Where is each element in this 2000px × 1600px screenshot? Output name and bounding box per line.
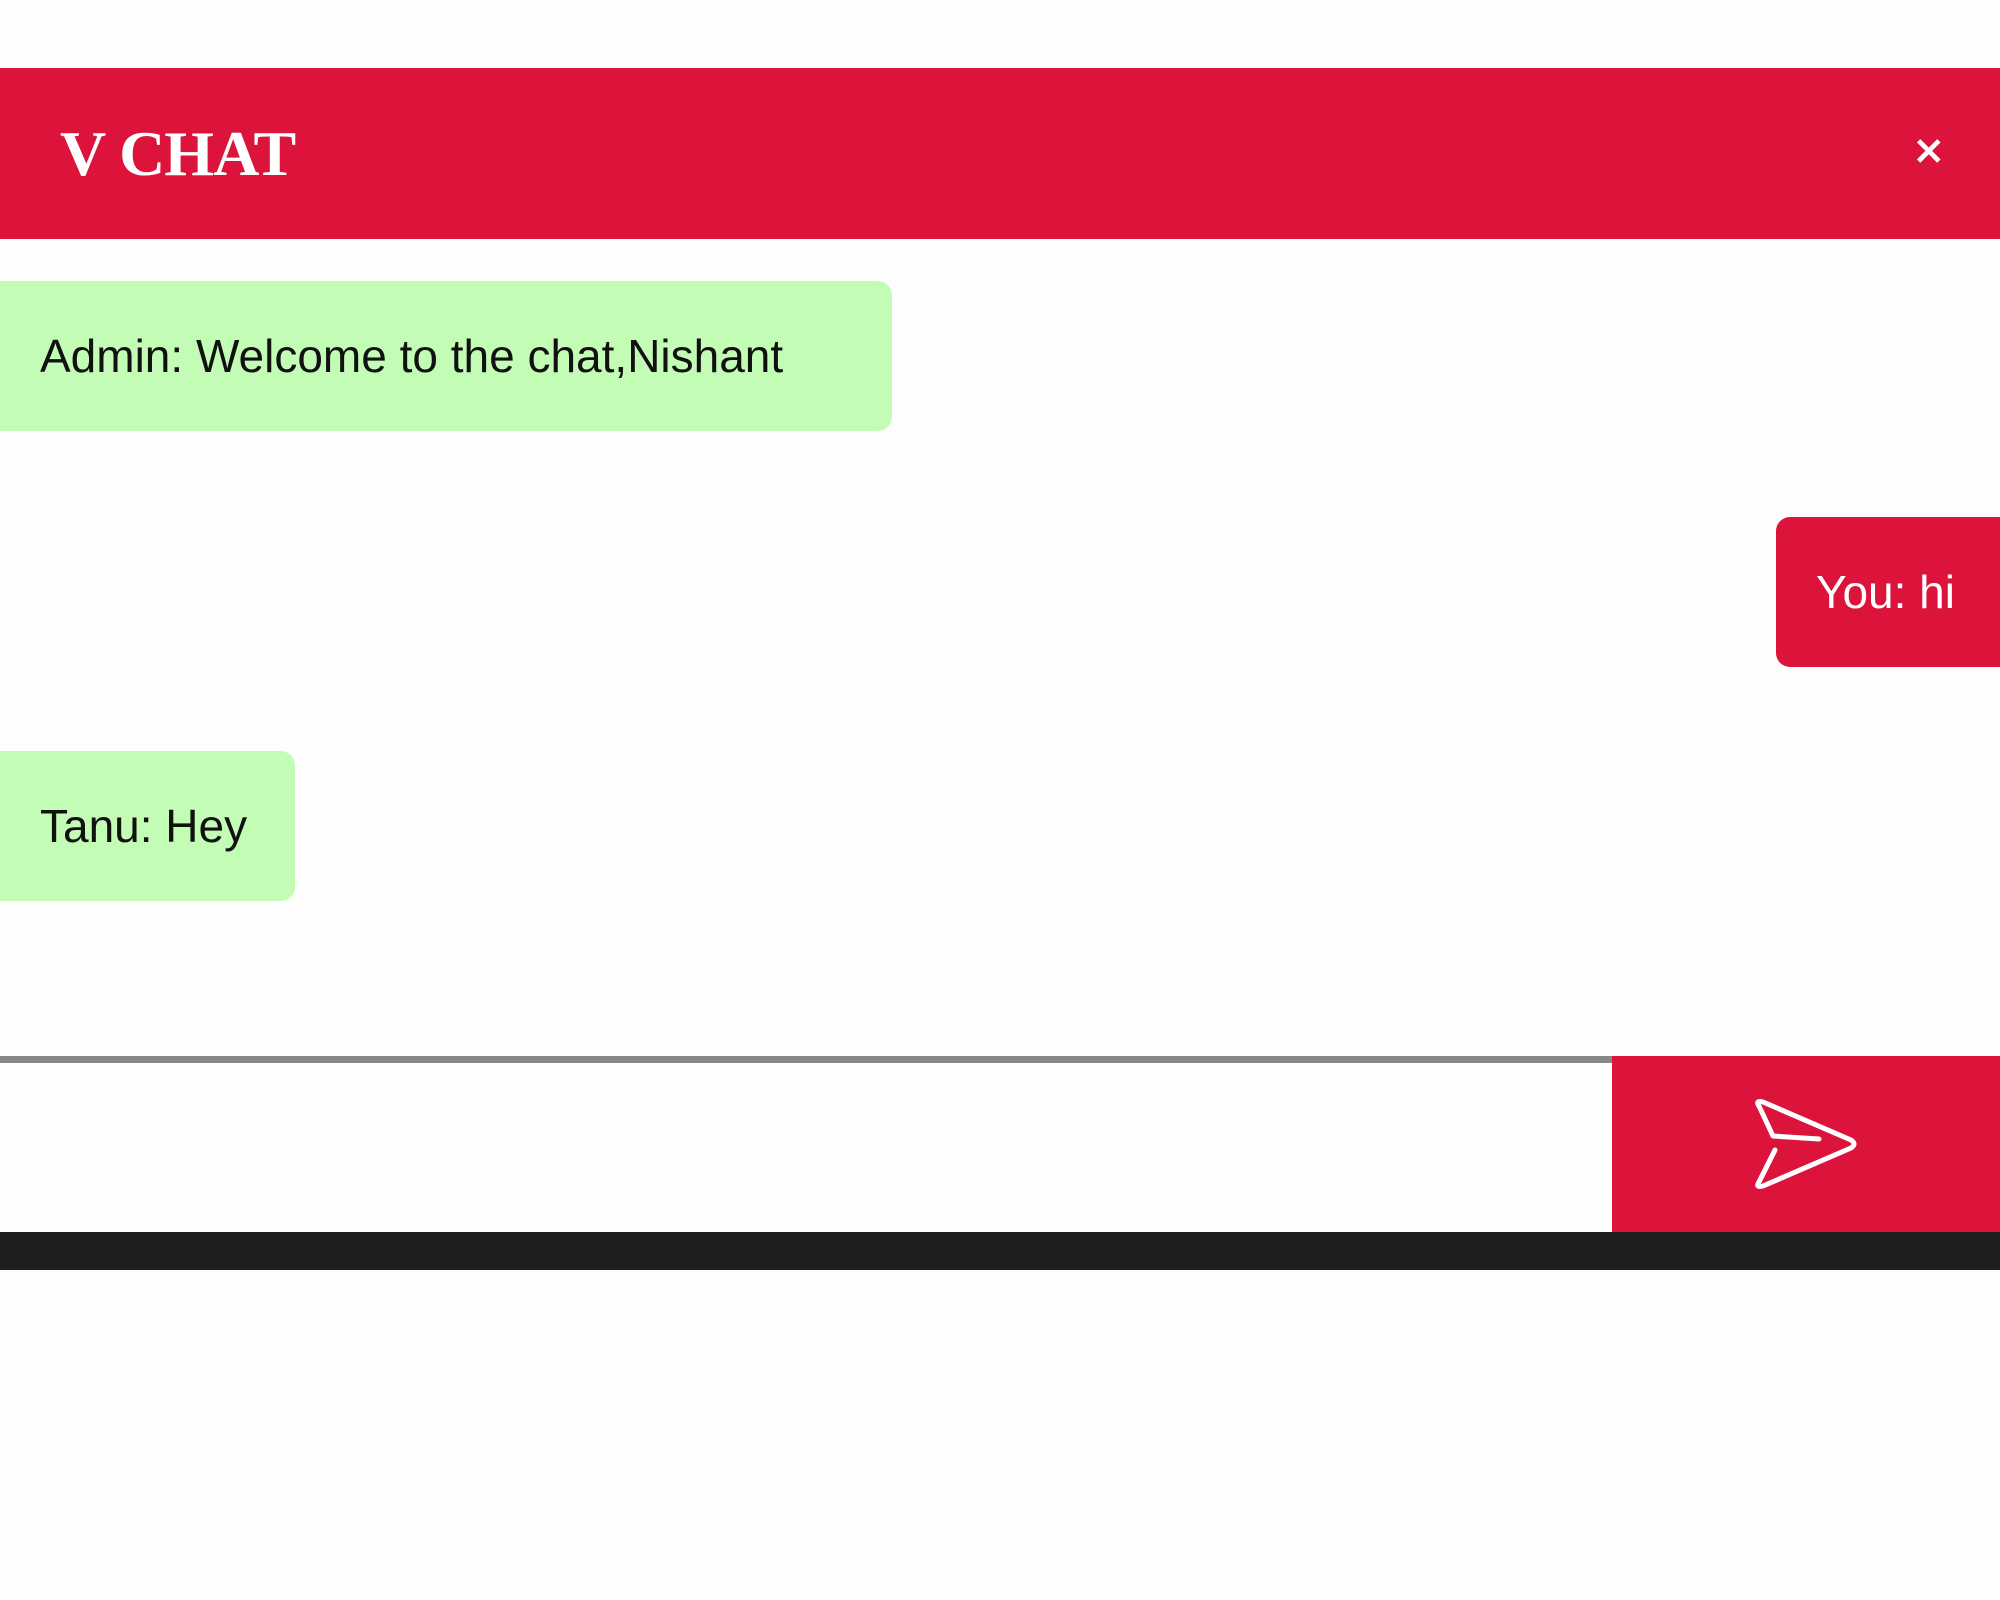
composer: [0, 1056, 2000, 1232]
message-input[interactable]: [0, 1056, 1612, 1232]
message-text: Admin: Welcome to the chat,Nishant: [40, 330, 784, 382]
footer-bar: [0, 1232, 2000, 1270]
message-text: Tanu: Hey: [40, 800, 248, 852]
close-button[interactable]: ×: [1912, 127, 1946, 173]
app-title: V CHAT: [60, 117, 296, 189]
message-bubble-sent: You: hi: [1776, 517, 2000, 667]
chat-header: V CHAT ×: [0, 68, 2000, 239]
message-text: You: hi: [1816, 566, 1955, 618]
paper-plane-icon: [1755, 1099, 1857, 1189]
send-button[interactable]: [1612, 1056, 2000, 1232]
message-bubble-received: Tanu: Hey: [0, 751, 295, 901]
message-bubble-received: Admin: Welcome to the chat,Nishant: [0, 281, 892, 431]
